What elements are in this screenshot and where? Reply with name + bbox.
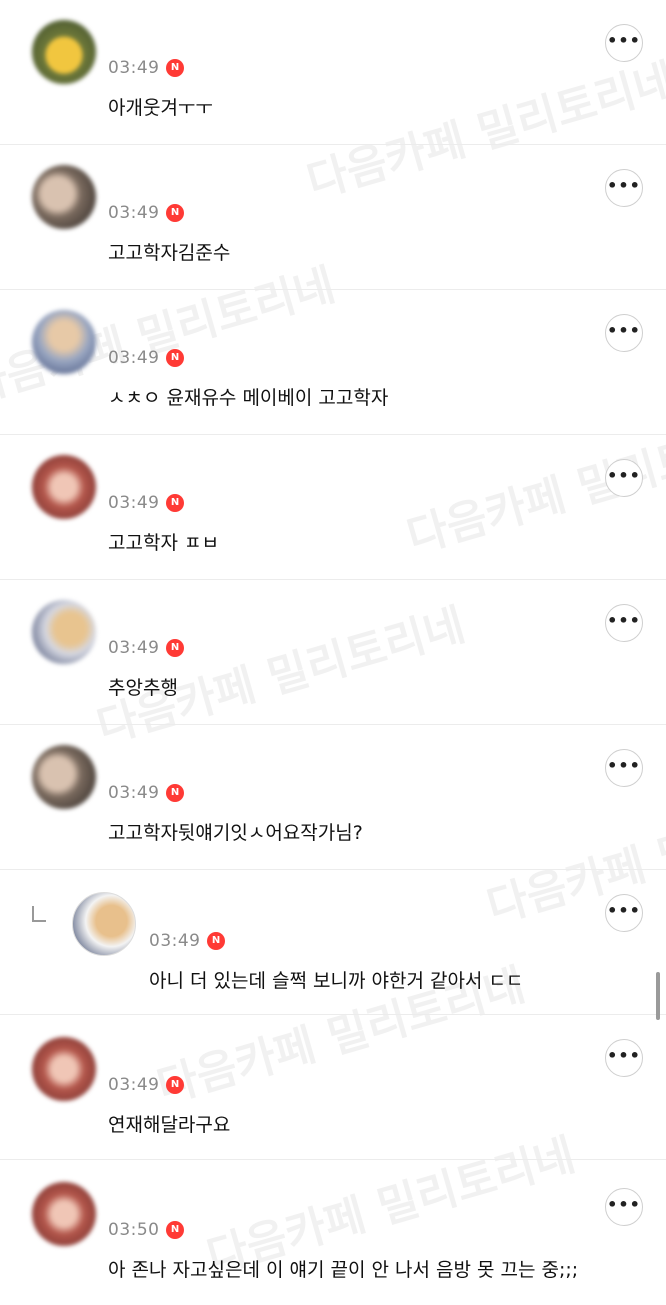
more-options-icon[interactable]: •••: [605, 24, 643, 62]
comment-time: 03:49: [108, 203, 160, 223]
n-badge-icon: N: [207, 932, 225, 950]
more-options-icon[interactable]: •••: [605, 169, 643, 207]
comment-text: 아니 더 있는데 슬쩍 보니까 야한거 같아서 ㄷㄷ: [149, 970, 524, 992]
comment-text: ㅅㅊㅇ 윤재유수 메이베이 고고학자: [108, 387, 389, 409]
n-badge-icon: N: [166, 59, 184, 77]
more-options-icon[interactable]: •••: [605, 1039, 643, 1077]
comment-item: 03:49 N 고고학자김준수 •••: [0, 145, 666, 290]
avatar[interactable]: [32, 20, 96, 84]
comment-text: 아 존나 자고싶은데 이 얘기 끝이 안 나서 음방 못 끄는 중;;;: [108, 1259, 579, 1281]
more-options-icon[interactable]: •••: [605, 314, 643, 352]
more-options-icon[interactable]: •••: [605, 604, 643, 642]
avatar[interactable]: [32, 1037, 96, 1101]
n-badge-icon: N: [166, 784, 184, 802]
comment-text: 고고학자 ㅍㅂ: [108, 532, 219, 554]
comment-time: 03:49: [108, 1075, 160, 1095]
comment-item: 03:49 N 아개웃겨ㅜㅜ •••: [0, 0, 666, 145]
more-options-icon[interactable]: •••: [605, 749, 643, 787]
comment-item: 03:49 N ㅅㅊㅇ 윤재유수 메이베이 고고학자 •••: [0, 290, 666, 435]
comment-time: 03:49: [149, 931, 201, 951]
n-badge-icon: N: [166, 204, 184, 222]
n-badge-icon: N: [166, 1221, 184, 1239]
comment-time: 03:49: [108, 783, 160, 803]
n-badge-icon: N: [166, 639, 184, 657]
comment-time: 03:49: [108, 638, 160, 658]
comment-time: 03:50: [108, 1220, 160, 1240]
avatar[interactable]: [32, 745, 96, 809]
comment-text: 연재해달라구요: [108, 1114, 231, 1136]
reply-arrow-icon: [32, 906, 46, 922]
more-options-icon[interactable]: •••: [605, 459, 643, 497]
comment-text: 고고학자뒷얘기잇ㅅ어요작가님?: [108, 822, 363, 844]
comment-time: 03:49: [108, 493, 160, 513]
comment-item: 03:49 N 연재해달라구요 •••: [0, 1015, 666, 1160]
comment-item: 03:49 N 추앙추행 •••: [0, 580, 666, 725]
comment-text: 고고학자김준수: [108, 242, 231, 264]
n-badge-icon: N: [166, 1076, 184, 1094]
avatar[interactable]: [32, 310, 96, 374]
n-badge-icon: N: [166, 349, 184, 367]
more-options-icon[interactable]: •••: [605, 894, 643, 932]
comment-text: 추앙추행: [108, 677, 178, 699]
avatar[interactable]: [32, 455, 96, 519]
avatar[interactable]: [32, 165, 96, 229]
comment-text: 아개웃겨ㅜㅜ: [108, 97, 213, 119]
comment-reply: 03:49 N 아니 더 있는데 슬쩍 보니까 야한거 같아서 ㄷㄷ •••: [0, 870, 666, 1015]
n-badge-icon: N: [166, 494, 184, 512]
avatar[interactable]: [32, 600, 96, 664]
comment-item: 03:50 N 아 존나 자고싶은데 이 얘기 끝이 안 나서 음방 못 끄는 …: [0, 1160, 666, 1305]
more-options-icon[interactable]: •••: [605, 1188, 643, 1226]
comment-time: 03:49: [108, 58, 160, 78]
comment-item: 03:49 N 고고학자 ㅍㅂ •••: [0, 435, 666, 580]
avatar[interactable]: [72, 892, 136, 956]
avatar[interactable]: [32, 1182, 96, 1246]
comment-item: 03:49 N 고고학자뒷얘기잇ㅅ어요작가님? •••: [0, 725, 666, 870]
scrollbar[interactable]: [656, 972, 660, 1020]
comment-time: 03:49: [108, 348, 160, 368]
